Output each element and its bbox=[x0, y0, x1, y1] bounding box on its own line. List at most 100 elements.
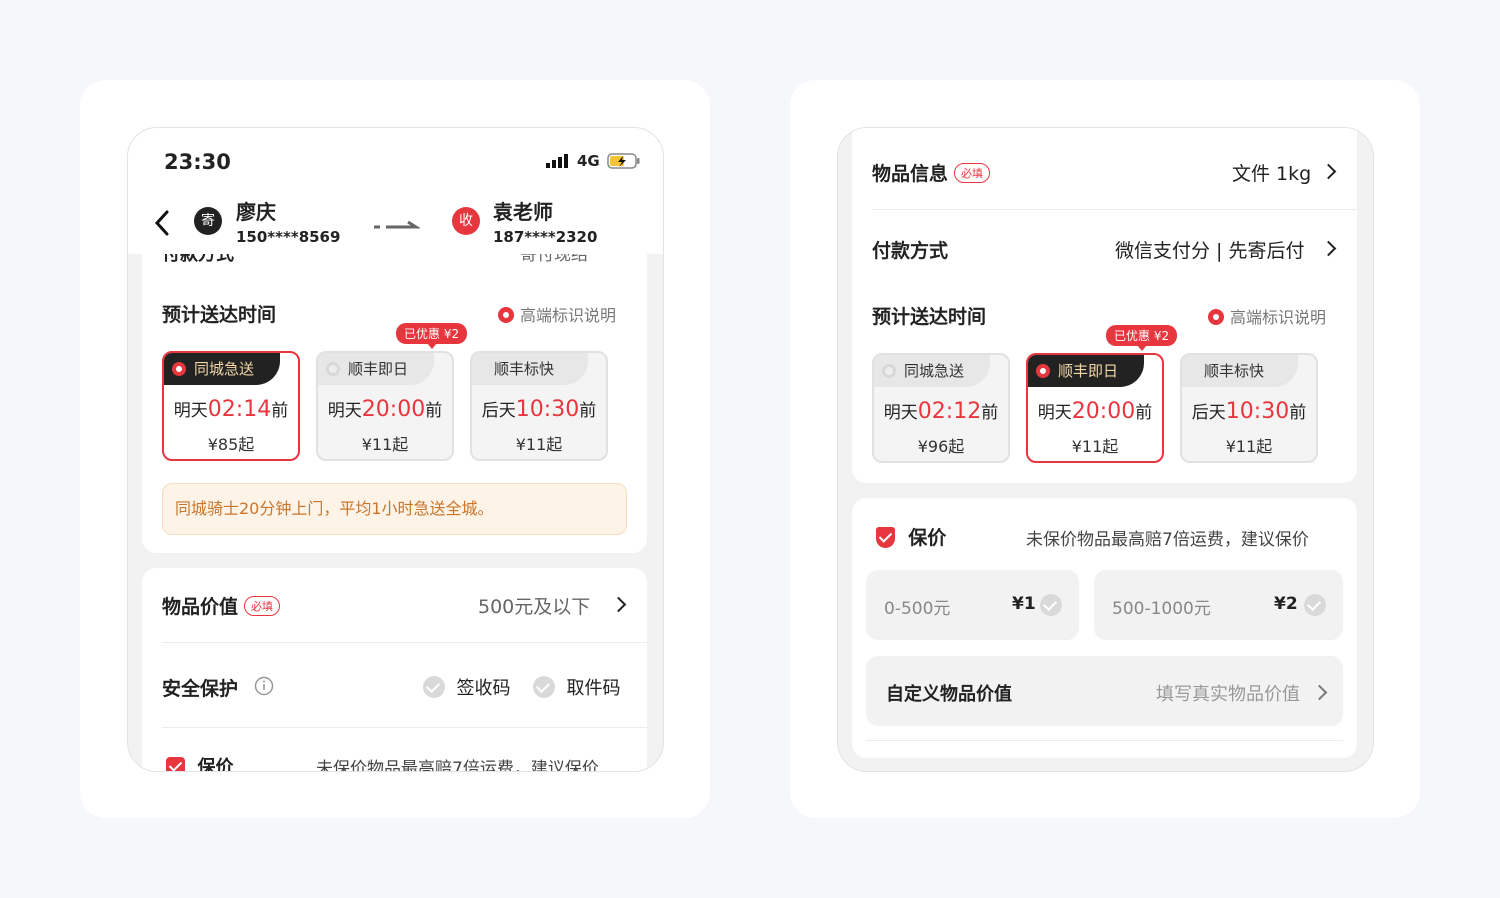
option-suffix: 前 bbox=[1135, 403, 1153, 423]
delivery-option-3[interactable]: 顺丰标快 后天10:30前 ¥11起 bbox=[470, 351, 608, 461]
option-price: ¥96起 bbox=[917, 437, 965, 456]
chevron-right-icon bbox=[1311, 684, 1328, 701]
option-price: ¥11起 bbox=[1225, 437, 1273, 456]
option-suffix: 前 bbox=[271, 401, 289, 421]
value-row[interactable]: 物品价值 必填 bbox=[162, 592, 281, 619]
option-time: 20:00 bbox=[361, 397, 426, 422]
option-day: 后天 bbox=[481, 401, 516, 421]
delivery-title: 预计送达时间 bbox=[872, 306, 987, 328]
tier-price: ¥2 bbox=[1274, 594, 1298, 614]
value-value: 500元及以下 bbox=[478, 596, 591, 618]
option-time: 20:00 bbox=[1071, 399, 1136, 424]
insure-note: 未保价物品最高赔7倍运费，建议保价 bbox=[316, 759, 599, 772]
status-time: 23:30 bbox=[164, 150, 231, 174]
right-panel: 物品信息 必填 文件 1kg 付款方式 微信支付分 | 先寄后付 预计送达时间 高… bbox=[790, 80, 1420, 818]
check-circle-icon bbox=[533, 676, 555, 698]
tier-range: 0-500元 bbox=[884, 599, 951, 619]
delivery-option-3[interactable]: 顺丰标快 后天10:30前 ¥11起 bbox=[1180, 353, 1318, 463]
option-day: 后天 bbox=[1191, 403, 1226, 423]
legend-link[interactable]: 高端标识说明 bbox=[1208, 304, 1326, 328]
option-name: 顺丰标快 bbox=[494, 360, 555, 378]
signing-code-label: 签收码 bbox=[456, 678, 511, 699]
option-day: 明天 bbox=[883, 403, 918, 423]
delivery-option-2[interactable]: 顺丰即日 明天20:00前 ¥11起 bbox=[316, 351, 454, 461]
option-day: 明天 bbox=[173, 401, 208, 421]
option-name: 同城急送 bbox=[904, 362, 965, 380]
insure-row[interactable]: 保价 bbox=[166, 753, 234, 771]
option-time: 10:30 bbox=[515, 397, 580, 422]
tier-option-1[interactable]: 0-500元 ¥1 bbox=[866, 570, 1079, 640]
required-tag: 必填 bbox=[954, 163, 991, 183]
back-icon[interactable] bbox=[154, 210, 170, 240]
option-price: ¥11起 bbox=[361, 435, 409, 454]
option-suffix: 前 bbox=[425, 401, 443, 421]
discount-badge: 已优惠 ¥2 bbox=[1106, 325, 1178, 351]
premium-logo-icon bbox=[1208, 309, 1224, 325]
option-price: ¥11起 bbox=[515, 435, 563, 454]
checkbox-checked-icon bbox=[166, 757, 185, 771]
option-name: 顺丰即日 bbox=[348, 360, 409, 378]
pay-value[interactable]: 微信支付分 | 先寄后付 bbox=[1115, 236, 1304, 263]
delivery-option-1[interactable]: 同城急送 明天02:14前 ¥85起 bbox=[162, 351, 300, 461]
option-name: 同城急送 bbox=[194, 360, 255, 378]
option-price: ¥11起 bbox=[1071, 437, 1119, 456]
signal-icon bbox=[546, 153, 572, 173]
option-suffix: 前 bbox=[981, 403, 999, 423]
radio-icon bbox=[882, 364, 896, 378]
tier-price: ¥1 bbox=[1012, 594, 1036, 614]
check-circle-icon bbox=[1040, 594, 1062, 616]
delivery-title: 预计送达时间 bbox=[162, 304, 277, 326]
legend-link[interactable]: 高端标识说明 bbox=[498, 302, 616, 326]
custom-value-placeholder: 填写真实物品价值 bbox=[1156, 684, 1300, 705]
receiver-name[interactable]: 袁老师 bbox=[493, 196, 553, 225]
shield-check-icon bbox=[876, 527, 895, 548]
delivery-option-2[interactable]: 顺丰即日 明天20:00前 ¥11起 bbox=[1026, 353, 1164, 463]
divider bbox=[162, 727, 647, 728]
item-label: 物品信息 bbox=[872, 163, 949, 185]
receiver-badge: 收 bbox=[452, 207, 480, 235]
option-time: 02:14 bbox=[207, 397, 272, 422]
option-day: 明天 bbox=[1037, 403, 1072, 423]
info-icon[interactable] bbox=[254, 676, 274, 700]
item-value: 文件 1kg bbox=[1232, 163, 1312, 185]
delivery-option-1[interactable]: 同城急送 明天02:12前 ¥96起 bbox=[872, 353, 1010, 463]
item-row[interactable]: 物品信息 必填 bbox=[872, 159, 991, 186]
route-arrow-icon bbox=[372, 216, 422, 235]
insure-row[interactable]: 保价 bbox=[876, 523, 946, 550]
divider bbox=[866, 740, 1343, 741]
check-circle-icon bbox=[1304, 594, 1326, 616]
required-tag: 必填 bbox=[244, 596, 281, 616]
pickup-code-option[interactable]: 取件码 bbox=[533, 674, 620, 700]
discount-badge: 已优惠 ¥2 bbox=[396, 323, 468, 349]
battery-icon bbox=[607, 152, 641, 174]
signing-code-option[interactable]: 签收码 bbox=[423, 674, 510, 700]
option-time: 02:12 bbox=[917, 399, 982, 424]
option-suffix: 前 bbox=[1289, 403, 1307, 423]
tier-option-2[interactable]: 500-1000元 ¥2 bbox=[1094, 570, 1343, 640]
phone-frame-right: 物品信息 必填 文件 1kg 付款方式 微信支付分 | 先寄后付 预计送达时间 高… bbox=[837, 127, 1374, 772]
custom-value-row[interactable]: 自定义物品价值 填写真实物品价值 bbox=[866, 656, 1343, 726]
custom-value-label: 自定义物品价值 bbox=[886, 684, 1012, 705]
premium-logo-icon bbox=[1036, 364, 1050, 378]
option-name: 顺丰即日 bbox=[1058, 362, 1119, 380]
header: 23:30 4G 寄 廖庆 150****8569 收 袁老师 187****2… bbox=[128, 128, 663, 254]
divider bbox=[872, 209, 1357, 210]
left-panel: 付款方式 寄付现结 23:30 4G 寄 廖庆 150****8569 收 袁老… bbox=[80, 80, 710, 818]
premium-logo-icon bbox=[172, 362, 186, 376]
option-price: ¥85起 bbox=[207, 435, 255, 454]
insure-note: 未保价物品最高赔7倍运费，建议保价 bbox=[1026, 530, 1309, 550]
option-suffix: 前 bbox=[579, 401, 597, 421]
premium-logo-icon bbox=[498, 307, 514, 323]
pickup-code-label: 取件码 bbox=[566, 678, 621, 699]
sender-badge: 寄 bbox=[194, 207, 222, 235]
receiver-phone: 187****2320 bbox=[493, 228, 598, 246]
legend-label: 高端标识说明 bbox=[520, 306, 617, 325]
network-label: 4G bbox=[577, 152, 600, 170]
option-name: 顺丰标快 bbox=[1204, 362, 1265, 380]
sender-name[interactable]: 廖庆 bbox=[236, 196, 276, 225]
check-circle-icon bbox=[423, 676, 445, 698]
sender-phone: 150****8569 bbox=[236, 228, 341, 246]
phone-frame-left: 付款方式 寄付现结 23:30 4G 寄 廖庆 150****8569 收 袁老… bbox=[127, 127, 664, 772]
option-time: 10:30 bbox=[1225, 399, 1290, 424]
divider bbox=[162, 642, 647, 643]
